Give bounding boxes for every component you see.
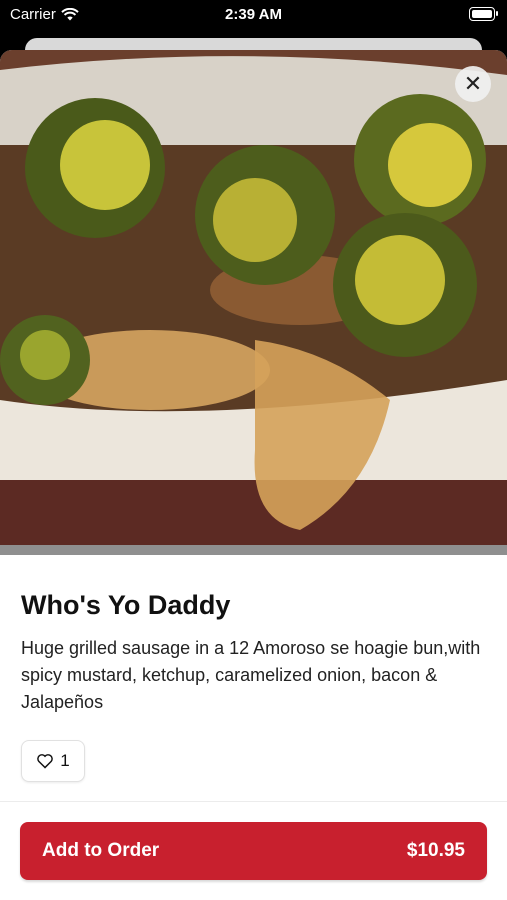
item-description: Huge grilled sausage in a 12 Amoroso se … xyxy=(21,638,481,712)
clock: 2:39 AM xyxy=(225,6,282,23)
image-border xyxy=(0,545,507,555)
battery-icon xyxy=(469,7,498,21)
add-to-order-button[interactable]: Add to Order $10.95 xyxy=(20,822,487,880)
like-count: 1 xyxy=(60,751,70,770)
like-button[interactable]: 1 xyxy=(21,740,85,782)
close-icon: ✕ xyxy=(463,71,483,96)
item-detail-sheet: ✕ Who's Yo Daddy Huge grilled sausage in… xyxy=(0,50,507,900)
close-button[interactable]: ✕ xyxy=(455,66,491,102)
heart-icon xyxy=(37,754,54,769)
item-price: $10.95 xyxy=(406,840,465,861)
item-title: Who's Yo Daddy xyxy=(21,590,231,620)
item-photo xyxy=(0,50,507,555)
add-to-order-label: Add to Order xyxy=(42,840,160,861)
status-bar: Carrier 2:39 AM xyxy=(0,0,507,30)
divider xyxy=(0,801,507,802)
item-image: ✕ xyxy=(0,50,507,555)
item-info: Who's Yo Daddy Huge grilled sausage in a… xyxy=(21,590,487,716)
